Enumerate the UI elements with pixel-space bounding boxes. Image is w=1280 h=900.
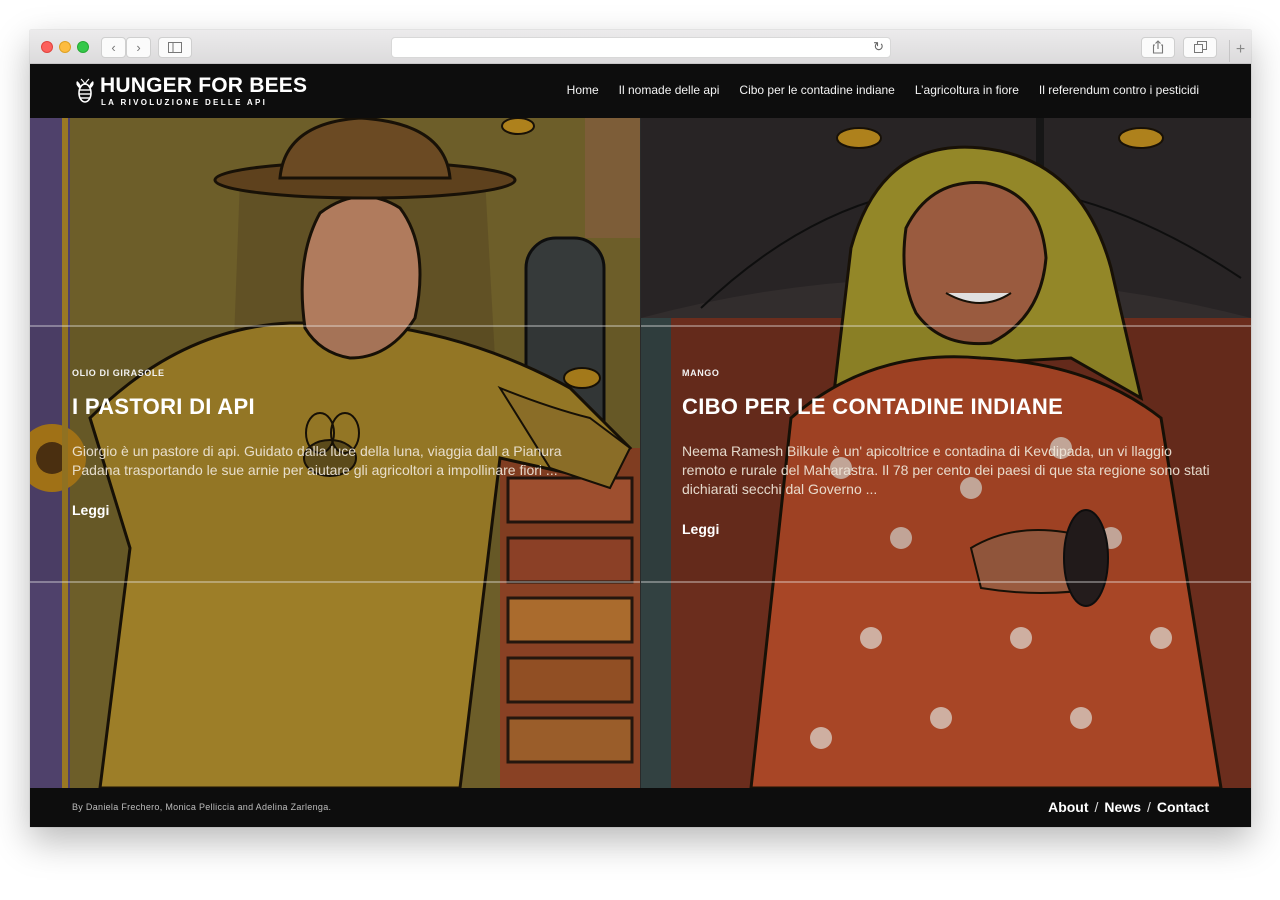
show-tabs-button[interactable]	[1183, 37, 1217, 58]
story-category: OLIO DI GIRASOLE	[72, 368, 165, 378]
story-content: MANGO CIBO PER LE CONTADINE INDIANE Neem…	[682, 368, 1212, 539]
share-icon	[1152, 40, 1164, 54]
forward-button[interactable]: ›	[126, 37, 151, 58]
nav-item-home[interactable]: Home	[567, 83, 599, 97]
footer-links: About / News / Contact	[1048, 799, 1209, 815]
panel-divider	[640, 118, 641, 788]
story-category: MANGO	[682, 368, 720, 378]
nav-item-nomade-api[interactable]: Il nomade delle api	[619, 83, 720, 97]
footer-link-contact[interactable]: Contact	[1157, 799, 1209, 815]
reload-icon[interactable]: ↻	[873, 39, 884, 55]
nav-item-cibo-contadine[interactable]: Cibo per le contadine indiane	[739, 83, 894, 97]
story-title[interactable]: I PASTORI DI API	[72, 394, 612, 420]
bee-logo-icon	[76, 78, 94, 103]
read-more-link[interactable]: Leggi	[682, 521, 719, 537]
footer-separator: /	[1146, 799, 1151, 815]
footer-link-about[interactable]: About	[1048, 799, 1088, 815]
site-footer: By Daniela Frechero, Monica Pelliccia an…	[30, 788, 1251, 827]
story-title[interactable]: CIBO PER LE CONTADINE INDIANE	[682, 394, 1212, 420]
logo-title: HUNGER FOR BEES	[100, 74, 308, 97]
story-excerpt: Giorgio è un pastore di api. Guidato dal…	[72, 443, 562, 478]
story-excerpt: Neema Ramesh Bilkule è un' apicoltrice e…	[682, 443, 1210, 497]
main-nav: Home Il nomade delle api Cibo per le con…	[567, 83, 1199, 97]
logo-subtitle: LA RIVOLUZIONE DELLE API	[101, 98, 268, 107]
browser-toolbar: ‹ › ↻ +	[30, 30, 1251, 64]
zoom-window-button[interactable]	[77, 41, 89, 53]
chevron-right-icon: ›	[136, 40, 141, 55]
footer-separator: /	[1094, 799, 1099, 815]
story-content: OLIO DI GIRASOLE I PASTORI DI API Giorgi…	[72, 368, 612, 520]
footer-credit: By Daniela Frechero, Monica Pelliccia an…	[72, 802, 332, 812]
plus-icon: +	[1235, 41, 1246, 58]
back-button[interactable]: ‹	[101, 37, 126, 58]
minimize-window-button[interactable]	[59, 41, 71, 53]
footer-link-news[interactable]: News	[1104, 799, 1141, 815]
nav-item-referendum[interactable]: Il referendum contro i pesticidi	[1039, 83, 1199, 97]
read-more-link[interactable]: Leggi	[72, 502, 109, 518]
site-header: HUNGER FOR BEES LA RIVOLUZIONE DELLE API…	[30, 64, 1251, 118]
chevron-left-icon: ‹	[111, 40, 116, 55]
story-card-pastori[interactable]: OLIO DI GIRASOLE I PASTORI DI API Giorgi…	[30, 118, 640, 788]
close-window-button[interactable]	[41, 41, 53, 53]
sidebar-toggle-button[interactable]	[158, 37, 192, 58]
new-tab-button[interactable]: +	[1229, 40, 1251, 62]
nav-item-agricoltura[interactable]: L’agricoltura in fiore	[915, 83, 1019, 97]
address-bar[interactable]: ↻	[391, 37, 891, 58]
sidebar-icon	[168, 42, 182, 53]
story-card-contadine[interactable]: MANGO CIBO PER LE CONTADINE INDIANE Neem…	[641, 118, 1251, 788]
tabs-icon	[1193, 41, 1207, 53]
browser-window: ‹ › ↻ + HUNGER FOR BEES LA RIVOLUZIONE D…	[30, 30, 1251, 827]
share-button[interactable]	[1141, 37, 1175, 58]
